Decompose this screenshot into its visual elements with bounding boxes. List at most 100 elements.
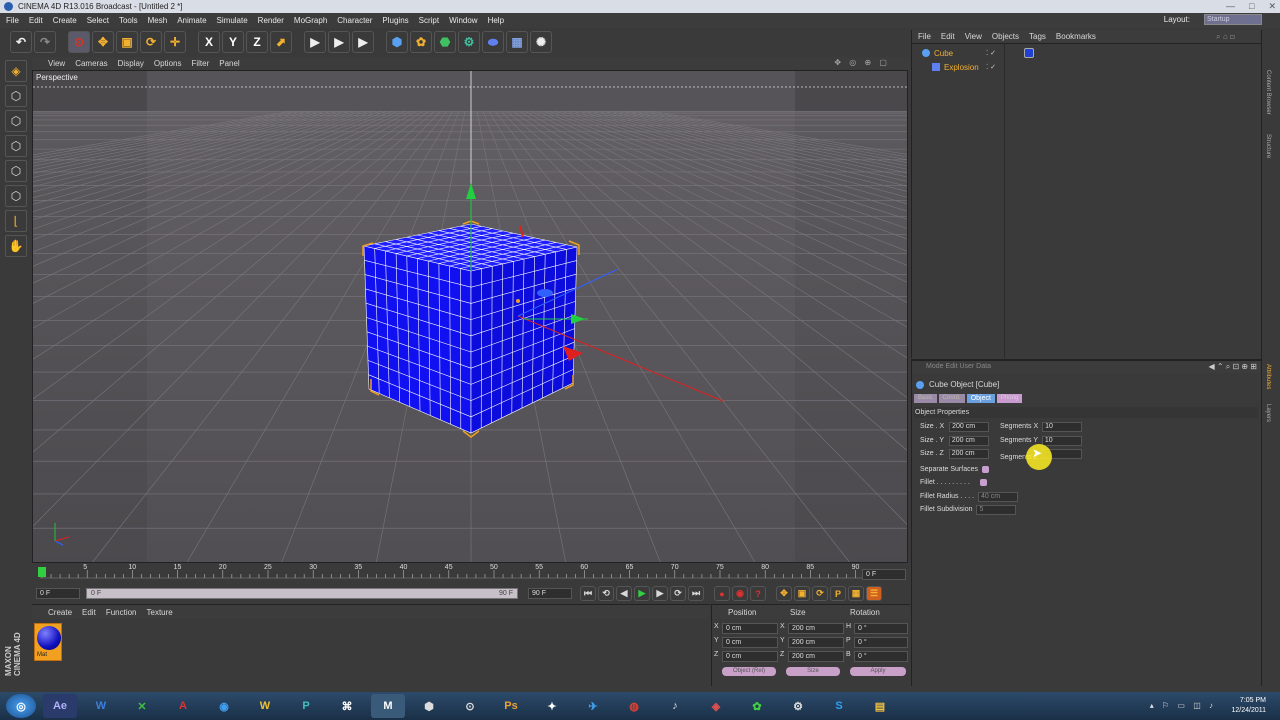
rotation-key-button[interactable]: ⟳ <box>812 586 828 601</box>
taskbar-app-19[interactable]: ✿ <box>740 694 774 718</box>
record-keys-button[interactable]: ● <box>714 586 730 601</box>
deformer-button[interactable]: ⬬ <box>482 31 504 53</box>
menu-mesh[interactable]: Mesh <box>148 16 168 25</box>
fillet-checkbox[interactable] <box>979 479 987 486</box>
next-frame-button[interactable]: ▶ <box>652 586 668 601</box>
end-frame-field[interactable]: 90 F <box>528 588 572 599</box>
menu-script[interactable]: Script <box>419 16 439 25</box>
mat-menu-function[interactable]: Function <box>106 608 137 617</box>
mat-menu-create[interactable]: Create <box>48 608 72 617</box>
separate-surfaces-checkbox[interactable] <box>981 466 989 473</box>
rotation-p-field[interactable]: 0 ° <box>854 637 908 648</box>
polygons-mode-button[interactable]: ⬡ <box>5 185 27 207</box>
om-menu-view[interactable]: View <box>965 32 982 41</box>
position-key-button[interactable]: ✥ <box>776 586 792 601</box>
object-rel-dropdown[interactable]: Object (Rel) <box>722 667 776 676</box>
vp-menu-panel[interactable]: Panel <box>219 59 239 68</box>
attributes-menu[interactable]: Mode Edit User Data <box>926 363 991 370</box>
side-tab-attributes[interactable]: Attributes <box>1265 364 1271 389</box>
om-search-icon[interactable]: ⌕ ⌂ ⊡ <box>1216 32 1235 42</box>
taskbar-app-20[interactable]: ⚙ <box>781 694 815 718</box>
material-swatch[interactable]: Mat <box>34 623 62 661</box>
segments-y-input[interactable]: 10 <box>1041 436 1082 446</box>
menu-create[interactable]: Create <box>53 16 77 25</box>
object-row-explosion[interactable]: Explosion ⁚ ✓ <box>914 61 1008 73</box>
system-clock[interactable]: 7:05 PM 12/24/2011 <box>1231 696 1266 716</box>
mat-menu-texture[interactable]: Texture <box>147 608 173 617</box>
minimize-button[interactable]: — <box>1226 0 1235 13</box>
rotation-h-field[interactable]: 0 ° <box>854 623 908 634</box>
om-menu-objects[interactable]: Objects <box>992 32 1019 41</box>
redo-button[interactable]: ↷ <box>34 31 56 53</box>
pla-key-button[interactable]: ▦ <box>848 586 864 601</box>
menu-render[interactable]: Render <box>258 16 284 25</box>
texture-mode-button[interactable]: ⬡ <box>5 110 27 132</box>
live-selection-tool[interactable]: ⊙ <box>68 31 90 53</box>
taskbar-wordpad[interactable]: W <box>248 694 282 718</box>
model-mode-button[interactable]: ⬡ <box>5 85 27 107</box>
tab-object[interactable]: Object <box>966 394 995 403</box>
taskbar-app-12[interactable]: ⊙ <box>453 694 487 718</box>
cube-primitive-button[interactable]: ⬢ <box>386 31 408 53</box>
object-row-cube[interactable]: Cube ⁚ ✓ <box>914 47 1034 59</box>
move-tool[interactable]: ✥ <box>92 31 114 53</box>
visibility-dots[interactable]: ⁚ ✓ <box>986 49 996 57</box>
taskbar-publisher[interactable]: P <box>289 694 323 718</box>
viewport-nav-icons[interactable]: ✥ ◎ ⊕ ▢ <box>834 58 890 67</box>
menu-help[interactable]: Help <box>488 16 504 25</box>
vp-menu-options[interactable]: Options <box>154 59 182 68</box>
make-editable-button[interactable]: ◈ <box>5 60 27 82</box>
size-mode-dropdown[interactable]: Size <box>786 667 840 676</box>
tab-phong[interactable]: Phong <box>996 394 1023 403</box>
vp-menu-cameras[interactable]: Cameras <box>75 59 107 68</box>
previous-key-button[interactable]: ⟲ <box>598 586 614 601</box>
size-z-input[interactable]: 200 cm <box>948 449 989 459</box>
size-y-field[interactable]: 200 cm <box>788 637 844 648</box>
taskbar-app-9[interactable]: ⌘ <box>330 694 364 718</box>
scale-key-button[interactable]: ▣ <box>794 586 810 601</box>
tab-basic[interactable]: Basic <box>914 394 937 403</box>
menu-window[interactable]: Window <box>449 16 477 25</box>
go-to-end-button[interactable]: ⏭ <box>688 586 704 601</box>
om-menu-edit[interactable]: Edit <box>941 32 955 41</box>
scale-tool[interactable]: ▣ <box>116 31 138 53</box>
taskbar-acrobat[interactable]: A <box>166 694 200 718</box>
nurbs-button[interactable]: ⬣ <box>434 31 456 53</box>
render-view-button[interactable]: ▶ <box>304 31 326 53</box>
vp-menu-view[interactable]: View <box>48 59 65 68</box>
autokey-button[interactable]: ◉ <box>732 586 748 601</box>
size-x-field[interactable]: 200 cm <box>788 623 844 634</box>
next-key-button[interactable]: ⟳ <box>670 586 686 601</box>
menu-select[interactable]: Select <box>87 16 109 25</box>
perspective-viewport[interactable]: Perspective <box>32 70 908 563</box>
taskbar-app-15[interactable]: ✈ <box>576 694 610 718</box>
side-tab-layers[interactable]: Layers <box>1265 404 1271 422</box>
explosion-tag-icon[interactable] <box>1024 48 1034 58</box>
menu-file[interactable]: File <box>6 16 19 25</box>
taskbar-photoshop[interactable]: Ps <box>494 694 528 718</box>
parameter-key-button[interactable]: P <box>830 586 846 601</box>
visibility-dots[interactable]: ⁚ ✓ <box>986 63 996 71</box>
z-axis-lock[interactable]: Z <box>246 31 268 53</box>
timeline-settings-button[interactable]: ☰ <box>866 586 882 601</box>
playhead[interactable] <box>38 567 46 577</box>
edges-mode-button[interactable]: ⬡ <box>5 160 27 182</box>
taskbar-app-11[interactable]: ⬢ <box>412 694 446 718</box>
array-button[interactable]: ⚙ <box>458 31 480 53</box>
apply-button[interactable]: Apply <box>850 667 906 676</box>
taskbar-word[interactable]: W <box>84 694 118 718</box>
taskbar-app-14[interactable]: ✦ <box>535 694 569 718</box>
om-menu-file[interactable]: File <box>918 32 931 41</box>
size-y-input[interactable]: 200 cm <box>948 436 989 446</box>
tweak-mode-button[interactable]: ✋ <box>5 235 27 257</box>
taskbar-aftereffects[interactable]: Ae <box>43 694 77 718</box>
vp-menu-filter[interactable]: Filter <box>191 59 209 68</box>
timeline-end-field[interactable]: 0 F <box>862 569 906 580</box>
tab-coord[interactable]: Coord. <box>938 394 965 403</box>
x-axis-lock[interactable]: X <box>198 31 220 53</box>
start-frame-field[interactable]: 0 F <box>36 588 80 599</box>
layout-select[interactable]: Startup <box>1204 14 1262 25</box>
render-settings-button[interactable]: ▶ <box>352 31 374 53</box>
scene-button[interactable]: ▦ <box>506 31 528 53</box>
maximize-button[interactable]: □ <box>1249 0 1254 13</box>
